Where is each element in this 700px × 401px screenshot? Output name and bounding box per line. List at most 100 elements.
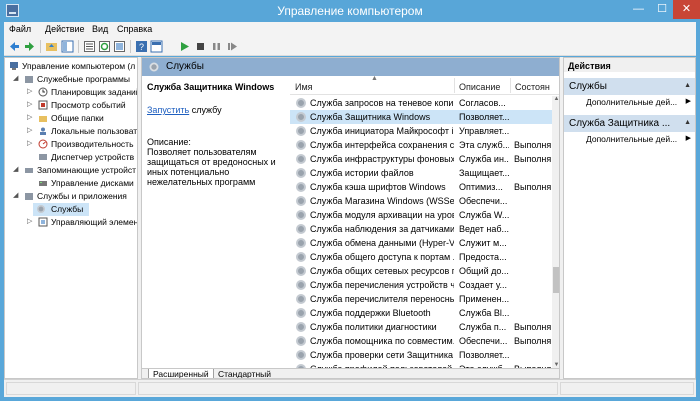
table-row[interactable]: Служба Магазина Windows (WSServ... Обеспе… — [290, 194, 552, 208]
service-description: Применен... — [459, 294, 509, 304]
tree-item-wmi-control[interactable]: ▷ Управляющий элемен — [5, 216, 137, 229]
menu-bar: Файл Действие Вид Справка — [4, 22, 696, 37]
table-row[interactable]: Служба Защитника Windows Позволяет... — [290, 110, 552, 124]
expand-arrow-icon[interactable]: ▷ — [27, 100, 35, 108]
show-hide-tree-icon[interactable] — [61, 40, 74, 53]
table-row[interactable]: Служба интерфейса сохранения сети Эта слу… — [290, 138, 552, 152]
menu-view[interactable]: Вид — [92, 24, 108, 34]
table-row[interactable]: Служба инициатора Майкрософт iS... Управл… — [290, 124, 552, 138]
tree-item-system-tools[interactable]: ◢ Служебные программы — [5, 73, 137, 86]
service-description: Создает у... — [459, 280, 508, 290]
tree-item-event-viewer[interactable]: ▷ Просмотр событий — [5, 99, 137, 112]
tree-label: Локальные пользовате — [51, 126, 138, 136]
expand-arrow-icon[interactable]: ▷ — [27, 113, 35, 121]
expand-arrow-icon[interactable]: ▷ — [27, 126, 35, 134]
table-row[interactable]: Служба перечислителя переносны... Примене… — [290, 292, 552, 306]
expand-arrow-icon[interactable]: ▷ — [27, 87, 35, 95]
column-status[interactable]: Состоян — [515, 82, 550, 92]
table-row[interactable]: Служба запросов на теневое копир... Согла… — [290, 96, 552, 110]
service-description: Служба п... — [459, 322, 507, 332]
pause-service-icon[interactable] — [210, 40, 223, 53]
collapse-icon[interactable]: ▲ — [684, 119, 691, 126]
tree-item-services[interactable]: Службы — [33, 203, 89, 216]
collapse-arrow-icon[interactable]: ◢ — [13, 191, 21, 199]
table-row[interactable]: Служба обмена данными (Hyper-V) Служит м.… — [290, 236, 552, 250]
service-gear-icon — [296, 294, 306, 304]
actions-section-services[interactable]: Службы ▲ — [564, 78, 695, 95]
actions-section-defender[interactable]: Служба Защитника ... ▲ — [564, 115, 695, 132]
table-row[interactable]: Служба общего доступа к портам ... Предос… — [290, 250, 552, 264]
restart-service-icon[interactable] — [226, 40, 239, 53]
menu-action[interactable]: Действие — [45, 24, 85, 34]
table-row[interactable]: Служба помощника по совместим... Обеспечи… — [290, 334, 552, 348]
tree-item-services-apps[interactable]: ◢ Службы и приложения — [5, 190, 137, 203]
column-divider[interactable] — [454, 78, 455, 93]
service-description: Обеспечи... — [459, 196, 508, 206]
expand-arrow-icon[interactable]: ▷ — [27, 139, 35, 147]
collapse-icon[interactable]: ▲ — [684, 82, 691, 89]
help-icon[interactable]: ? — [135, 40, 148, 53]
table-row[interactable]: Служба общих сетевых ресурсов п... Общий … — [290, 264, 552, 278]
tree-item-computer-management[interactable]: Управление компьютером (л — [5, 60, 137, 73]
table-row[interactable]: Служба наблюдения за датчиками Ведет наб.… — [290, 222, 552, 236]
scroll-thumb[interactable] — [553, 267, 559, 293]
tab-standard[interactable]: Стандартный — [214, 369, 275, 378]
start-service-icon[interactable] — [178, 40, 191, 53]
close-button[interactable]: ✕ — [673, 0, 700, 19]
back-icon[interactable] — [8, 40, 21, 53]
forward-icon[interactable] — [23, 40, 36, 53]
table-row[interactable]: Служба политики диагностики Служба п... Вы… — [290, 320, 552, 334]
tree-item-task-scheduler[interactable]: ▷ Планировщик заданий — [5, 86, 137, 99]
disk-icon — [39, 181, 47, 186]
service-gear-icon — [296, 266, 306, 276]
table-row[interactable]: Служба поддержки Bluetooth Служба Bl... — [290, 306, 552, 320]
table-row[interactable]: Служба кэша шрифтов Windows Оптимиз... Вып… — [290, 180, 552, 194]
tab-extended[interactable]: Расширенный — [148, 369, 214, 378]
service-name: Служба наблюдения за датчиками — [310, 224, 454, 234]
mmc-icon[interactable] — [150, 40, 163, 53]
maximize-button[interactable]: ☐ — [651, 0, 673, 19]
expand-arrow-icon[interactable]: ▷ — [27, 217, 35, 225]
start-service-link[interactable]: Запустить — [147, 105, 189, 115]
menu-help[interactable]: Справка — [117, 24, 152, 34]
column-divider[interactable] — [510, 78, 511, 93]
collapse-arrow-icon[interactable]: ◢ — [13, 165, 21, 173]
tree-item-device-manager[interactable]: Диспетчер устройств — [5, 151, 137, 164]
tree-label: Служебные программы — [37, 74, 130, 84]
table-row[interactable]: Служба перечисления устройств чт... Созда… — [290, 278, 552, 292]
table-row[interactable]: Служба модуля архивации на уров... Служба… — [290, 208, 552, 222]
menu-file[interactable]: Файл — [9, 24, 31, 34]
users-icon — [40, 127, 46, 135]
actions-title: Действия — [564, 58, 695, 72]
refresh-icon[interactable] — [98, 40, 111, 53]
title-bar[interactable]: Управление компьютером — ☐ ✕ — [0, 0, 700, 22]
table-row[interactable]: Служба истории файлов Защищает... — [290, 166, 552, 180]
tree-item-local-users[interactable]: ▷ Локальные пользовате — [5, 125, 138, 138]
tree-label: Управление дисками — [51, 178, 134, 188]
table-row[interactable]: Служба инфраструктуры фоновых ... Служба … — [290, 152, 552, 166]
more-actions-defender[interactable]: Дополнительные дей... ▶ — [564, 132, 695, 145]
services-list: ▲ Имя Описание Состоян Служба запросов н… — [290, 76, 559, 368]
more-actions-services[interactable]: Дополнительные дей... ▶ — [564, 95, 695, 108]
scroll-up-icon[interactable]: ▲ — [552, 96, 559, 102]
tree-item-shared-folders[interactable]: ▷ Общие папки — [5, 112, 137, 125]
column-description[interactable]: Описание — [459, 82, 500, 92]
tools-icon — [25, 76, 33, 83]
vertical-scrollbar[interactable]: ▲ ▼ — [552, 96, 559, 368]
submenu-arrow-icon: ▶ — [685, 98, 691, 105]
gear-icon — [149, 62, 159, 72]
console-tree: Управление компьютером (л ◢ Служебные пр… — [4, 57, 138, 379]
table-row[interactable]: Служба проверки сети Защитника ... Позвол… — [290, 348, 552, 362]
tree-item-disk-management[interactable]: Управление дисками — [5, 177, 137, 190]
minimize-button[interactable]: — — [626, 0, 651, 19]
column-name[interactable]: Имя — [295, 82, 313, 92]
tree-item-performance[interactable]: ▷ Производительность — [5, 138, 137, 151]
actions-pane: Действия Службы ▲ Дополнительные дей... … — [563, 57, 696, 379]
service-name: Служба обмена данными (Hyper-V) — [310, 238, 454, 248]
stop-service-icon[interactable] — [194, 40, 207, 53]
export-list-icon[interactable] — [113, 40, 126, 53]
properties-icon[interactable] — [83, 40, 96, 53]
collapse-arrow-icon[interactable]: ◢ — [13, 74, 21, 82]
tree-item-storage[interactable]: ◢ Запоминающие устройст — [5, 164, 137, 177]
up-folder-icon[interactable] — [45, 40, 58, 53]
